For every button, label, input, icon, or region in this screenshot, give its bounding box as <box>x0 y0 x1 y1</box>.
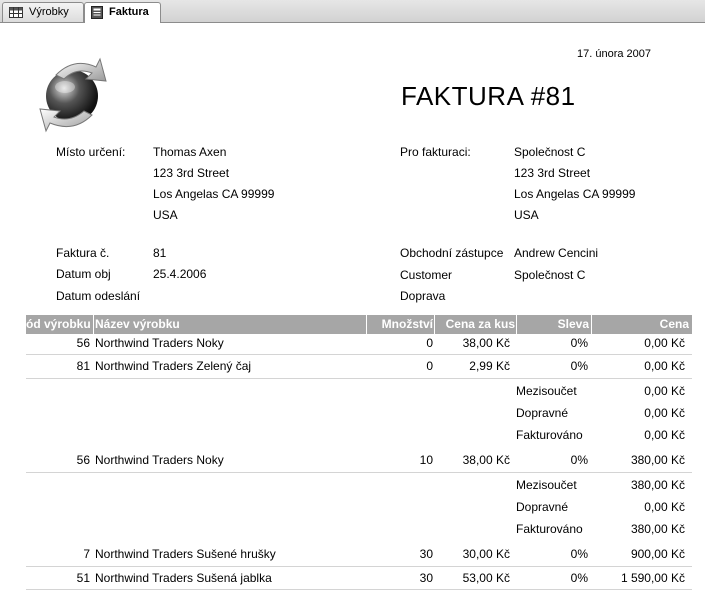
invoiced-label: Fakturováno <box>516 428 583 442</box>
cell-name: Northwind Traders Noky <box>95 336 224 350</box>
customer-label: Customer <box>400 268 453 282</box>
invoice-number-label: Faktura č. <box>56 246 110 260</box>
subtotal-row: Mezisoučet 0,00 Kč <box>516 380 686 402</box>
table-row: 7 Northwind Traders Sušené hrušky 30 30,… <box>26 543 692 565</box>
shipping-label: Doprava <box>400 289 446 303</box>
logo-icon <box>39 57 107 133</box>
invoiced-row: Fakturováno 380,00 Kč <box>516 518 686 540</box>
invoiced-row: Fakturováno 0,00 Kč <box>516 424 686 446</box>
cell-code: 56 <box>76 453 90 467</box>
cell-name: Northwind Traders Sušená jablka <box>95 571 272 585</box>
invoice-number-value: 81 <box>153 246 167 260</box>
ship-to-line: Thomas Axen <box>153 145 227 159</box>
cell-name: Northwind Traders Zelený čaj <box>95 359 252 373</box>
cell-qty: 0 <box>426 359 433 373</box>
cell-unit-price: 30,00 Kč <box>462 547 510 561</box>
report-icon <box>91 5 103 19</box>
subtotal-label: Mezisoučet <box>516 478 577 492</box>
shipping-fee-label: Dopravné <box>516 500 569 514</box>
cell-discount: 0% <box>570 547 588 561</box>
tab-vyrobky-label: Výrobky <box>29 6 69 18</box>
invoiced-value: 0,00 Kč <box>644 428 685 442</box>
cell-code: 56 <box>76 336 90 350</box>
report-title: FAKTURA #81 <box>401 81 576 111</box>
subtotal-value: 0,00 Kč <box>644 384 685 398</box>
cell-discount: 0% <box>570 571 588 585</box>
shipping-fee-value: 0,00 Kč <box>644 406 685 420</box>
cell-name: Northwind Traders Sušené hrušky <box>95 547 276 561</box>
shipping-fee-label: Dopravné <box>516 406 569 420</box>
cell-code: 51 <box>76 571 90 585</box>
cell-qty: 30 <box>419 547 433 561</box>
cell-code: 7 <box>83 547 90 561</box>
cell-discount: 0% <box>570 453 588 467</box>
tab-faktura-label: Faktura <box>109 6 149 18</box>
subtotal-row: Mezisoučet 380,00 Kč <box>516 474 686 496</box>
document-tab-bar: Výrobky Faktura <box>0 0 705 23</box>
report-page: 17. února 2007 FAKTURA #81 Místo určení:… <box>0 23 705 590</box>
cell-price: 380,00 Kč <box>630 453 685 467</box>
invoiced-value: 380,00 Kč <box>630 522 685 536</box>
cell-qty: 30 <box>419 571 433 585</box>
ship-date-label: Datum odeslání <box>56 289 141 303</box>
table-icon <box>9 6 23 18</box>
bill-to-line: Společnost C <box>514 145 586 159</box>
report-date: 17. února 2007 <box>577 48 652 60</box>
cell-price: 1 590,00 Kč <box>620 571 685 585</box>
shipping-fee-value: 0,00 Kč <box>644 500 685 514</box>
cell-qty: 10 <box>419 453 433 467</box>
shipping-fee-row: Dopravné 0,00 Kč <box>516 496 686 518</box>
table-row: 51 Northwind Traders Sušená jablka 30 53… <box>26 567 692 589</box>
ship-to-line: Los Angelas CA 99999 <box>153 187 275 201</box>
subtotal-label: Mezisoučet <box>516 384 577 398</box>
cell-price: 0,00 Kč <box>644 336 685 350</box>
cell-unit-price: 38,00 Kč <box>462 453 510 467</box>
shipping-fee-row: Dopravné 0,00 Kč <box>516 402 686 424</box>
tab-faktura[interactable]: Faktura <box>84 2 161 23</box>
customer-value: Společnost C <box>514 268 586 282</box>
invoiced-label: Fakturováno <box>516 522 583 536</box>
ship-to-line: 123 3rd Street <box>153 166 230 180</box>
bill-to-label: Pro fakturaci: <box>400 145 471 159</box>
bill-to-line: Los Angelas CA 99999 <box>514 187 636 201</box>
subtotal-value: 380,00 Kč <box>630 478 685 492</box>
bill-to-line: 123 3rd Street <box>514 166 591 180</box>
salesperson-label: Obchodní zástupce <box>400 246 504 260</box>
cell-discount: 0% <box>570 359 588 373</box>
order-date-label: Datum obj <box>56 267 111 281</box>
table-row: 81 Northwind Traders Zelený čaj 0 2,99 K… <box>26 355 692 377</box>
salesperson-value: Andrew Cencini <box>514 246 599 260</box>
cell-unit-price: 2,99 Kč <box>469 359 510 373</box>
cell-price: 900,00 Kč <box>630 547 685 561</box>
table-row: 56 Northwind Traders Noky 0 38,00 Kč 0% … <box>26 332 692 354</box>
cell-discount: 0% <box>570 336 588 350</box>
cell-name: Northwind Traders Noky <box>95 453 224 467</box>
cell-qty: 0 <box>426 336 433 350</box>
cell-price: 0,00 Kč <box>644 359 685 373</box>
cell-code: 81 <box>76 359 90 373</box>
cell-unit-price: 38,00 Kč <box>462 336 510 350</box>
tab-vyrobky[interactable]: Výrobky <box>2 2 84 22</box>
bill-to-line: USA <box>514 208 539 222</box>
ship-to-line: USA <box>153 208 178 222</box>
table-row: 56 Northwind Traders Noky 10 38,00 Kč 0%… <box>26 449 692 471</box>
order-date-value: 25.4.2006 <box>153 267 207 281</box>
ship-to-label: Místo určení: <box>56 145 126 159</box>
cell-unit-price: 53,00 Kč <box>462 571 510 585</box>
